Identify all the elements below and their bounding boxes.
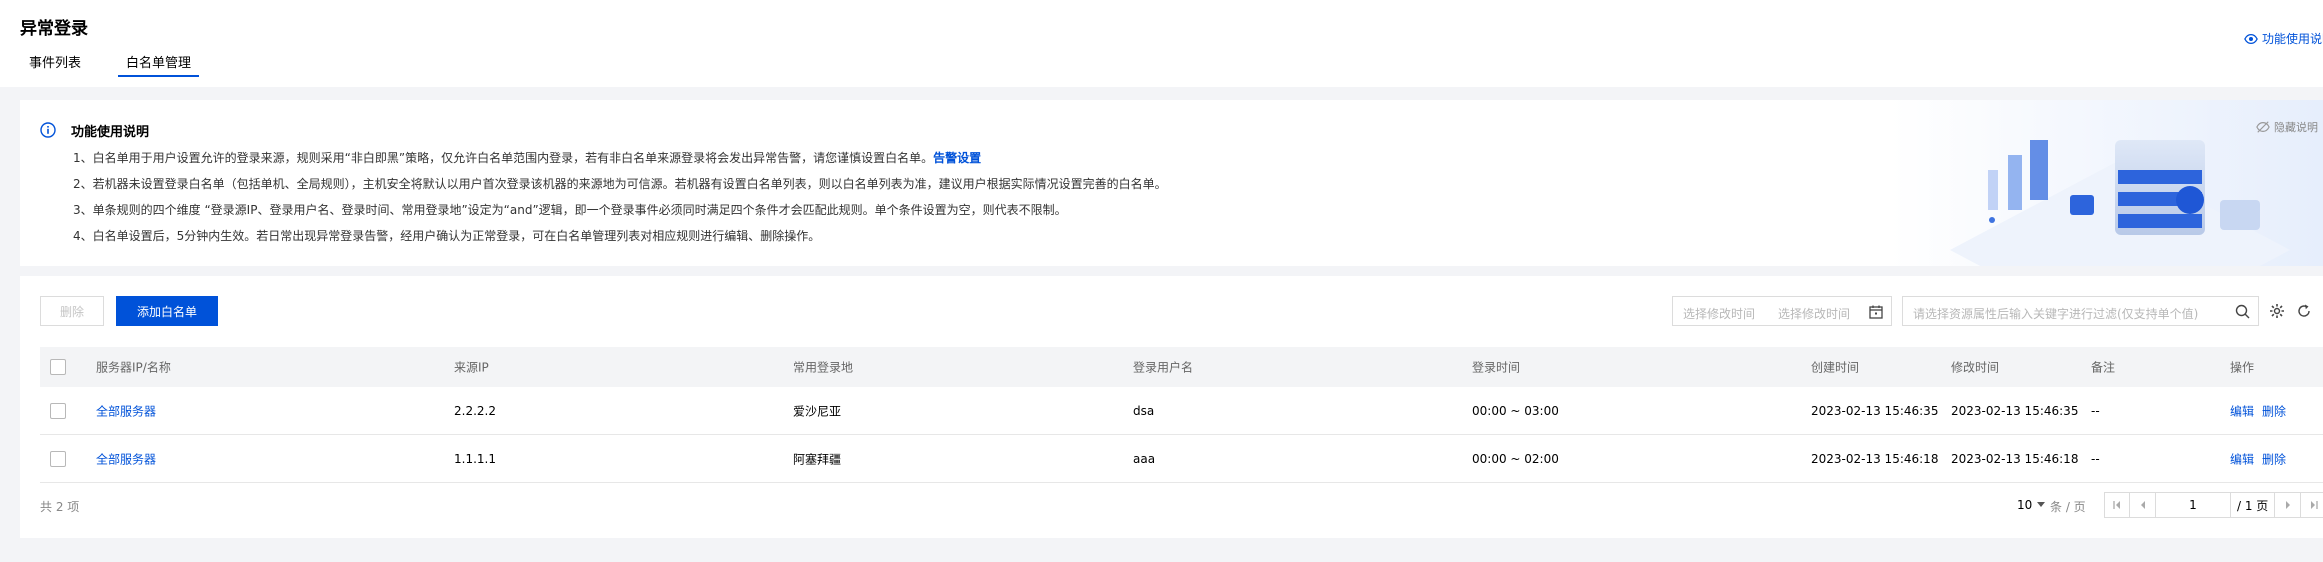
tab-event-list[interactable]: 事件列表: [29, 52, 81, 71]
gear-icon[interactable]: [2269, 303, 2285, 319]
chevron-left-icon: [2140, 501, 2145, 509]
page-number-input[interactable]: 1: [2156, 492, 2231, 518]
table-row: 全部服务器 1.1.1.1 阿塞拜疆 aaa 00:00 ~ 02:00 202…: [40, 435, 2323, 483]
add-whitelist-button[interactable]: 添加白名单: [116, 296, 218, 326]
info-icon: [40, 122, 56, 138]
whitelist-card: 删除 添加白名单 选择修改时间 选择修改时间 请选择资源属性后输入关键字进行过滤…: [20, 276, 2323, 538]
last-page-icon: [2310, 501, 2318, 509]
next-page-button[interactable]: [2275, 492, 2302, 518]
delete-link[interactable]: 删除: [2262, 452, 2286, 466]
server-link[interactable]: 全部服务器: [96, 450, 156, 467]
location-cell: 阿塞拜疆: [793, 452, 842, 466]
eye-icon: [2244, 33, 2258, 45]
search-icon[interactable]: [2235, 304, 2250, 319]
delete-button[interactable]: 删除: [40, 296, 104, 326]
column-header-source-ip: 来源IP: [454, 360, 489, 375]
column-header-created: 创建时间: [1811, 360, 1860, 375]
search-input[interactable]: 请选择资源属性后输入关键字进行过滤(仅支持单个值): [1902, 296, 2259, 326]
alert-settings-link[interactable]: 告警设置: [933, 151, 981, 165]
first-page-icon: [2113, 501, 2120, 509]
info-line-2: 2、若机器未设置登录白名单（包括单机、全局规则），主机安全将默认以用户首次登录该…: [73, 177, 1167, 191]
page-header: 异常登录 事件列表 白名单管理 功能使用说明: [0, 0, 2323, 87]
username-cell: aaa: [1133, 451, 1156, 466]
per-page-label: 条 / 页: [2050, 500, 2086, 514]
delete-link[interactable]: 删除: [2262, 404, 2286, 418]
modified-time-cell: 2023-02-13 15:46:18: [1951, 451, 2079, 466]
eye-off-icon: [2256, 121, 2270, 133]
date-start-placeholder: 选择修改时间: [1683, 307, 1756, 321]
login-time-cell: 00:00 ~ 03:00: [1472, 403, 1559, 418]
column-header-note: 备注: [2091, 360, 2116, 375]
tab-whitelist-management[interactable]: 白名单管理: [117, 52, 200, 77]
login-time-cell: 00:00 ~ 02:00: [1472, 451, 1559, 466]
actions-cell: 编辑 删除: [2230, 402, 2294, 419]
modified-time-cell: 2023-02-13 15:46:35: [1951, 403, 2079, 418]
select-all-checkbox[interactable]: [50, 359, 66, 375]
created-time-cell: 2023-02-13 15:46:35: [1811, 403, 1939, 418]
actions-cell: 编辑 删除: [2230, 450, 2294, 467]
column-header-actions: 操作: [2230, 360, 2255, 375]
row-checkbox[interactable]: [50, 450, 66, 467]
prev-page-button[interactable]: [2130, 492, 2156, 518]
help-link-label: 功能使用说明: [2262, 32, 2323, 46]
first-page-button[interactable]: [2104, 492, 2130, 518]
pagination: 1 / 1 页: [2104, 492, 2323, 518]
chevron-right-icon: [2285, 501, 2290, 509]
total-count: 共 2 项: [40, 500, 80, 514]
column-header-login-time: 登录时间: [1472, 360, 1521, 375]
chevron-down-icon: [2037, 502, 2046, 507]
info-line-4: 4、白名单设置后，5分钟内生效。若日常出现异常登录告警，经用户确认为正常登录，可…: [73, 229, 821, 243]
source-ip-cell: 1.1.1.1: [454, 451, 496, 466]
hide-info-button[interactable]: 隐藏说明: [2256, 119, 2318, 135]
date-end-placeholder: 选择修改时间: [1778, 307, 1851, 321]
page-size-select[interactable]: 10: [2017, 498, 2046, 512]
location-cell: 爱沙尼亚: [793, 404, 842, 418]
column-header-server: 服务器IP/名称: [96, 360, 171, 375]
modified-time-range-picker[interactable]: 选择修改时间 选择修改时间: [1672, 296, 1892, 326]
note-cell: --: [2091, 451, 2100, 466]
info-title: 功能使用说明: [71, 125, 150, 140]
source-ip-cell: 2.2.2.2: [454, 403, 496, 418]
table-row: 全部服务器 2.2.2.2 爱沙尼亚 dsa 00:00 ~ 03:00 202…: [40, 387, 2323, 435]
refresh-icon[interactable]: [2296, 303, 2312, 319]
page-title: 异常登录: [20, 19, 88, 39]
last-page-button[interactable]: [2301, 492, 2323, 518]
info-line-3: 3、单条规则的四个维度 “登录源IP、登录用户名、登录时间、常用登录地”设定为“…: [73, 203, 1067, 217]
edit-link[interactable]: 编辑: [2230, 452, 2254, 466]
column-header-location: 常用登录地: [793, 360, 854, 375]
info-line-1: 1、白名单用于用户设置允许的登录来源，规则采用“非白即黑”策略，仅允许白名单范围…: [73, 151, 982, 165]
page-size-value: 10: [2017, 498, 2033, 512]
calendar-icon: [1869, 305, 1883, 319]
edit-link[interactable]: 编辑: [2230, 404, 2254, 418]
column-header-username: 登录用户名: [1133, 360, 1194, 375]
server-link[interactable]: 全部服务器: [96, 402, 156, 419]
total-pages: / 1 页: [2231, 492, 2276, 518]
note-cell: --: [2091, 403, 2100, 418]
row-checkbox[interactable]: [50, 402, 66, 419]
username-cell: dsa: [1133, 403, 1155, 418]
help-link[interactable]: 功能使用说明: [2244, 30, 2323, 47]
created-time-cell: 2023-02-13 15:46:18: [1811, 451, 1939, 466]
usage-info-panel: 功能使用说明 1、白名单用于用户设置允许的登录来源，规则采用“非白即黑”策略，仅…: [20, 100, 2323, 266]
column-header-modified: 修改时间: [1951, 360, 2000, 375]
table-header: 服务器IP/名称 来源IP 常用登录地 登录用户名 登录时间 创建时间 修改时间…: [40, 347, 2323, 387]
hide-info-label: 隐藏说明: [2274, 121, 2318, 134]
search-placeholder: 请选择资源属性后输入关键字进行过滤(仅支持单个值): [1913, 307, 2199, 321]
